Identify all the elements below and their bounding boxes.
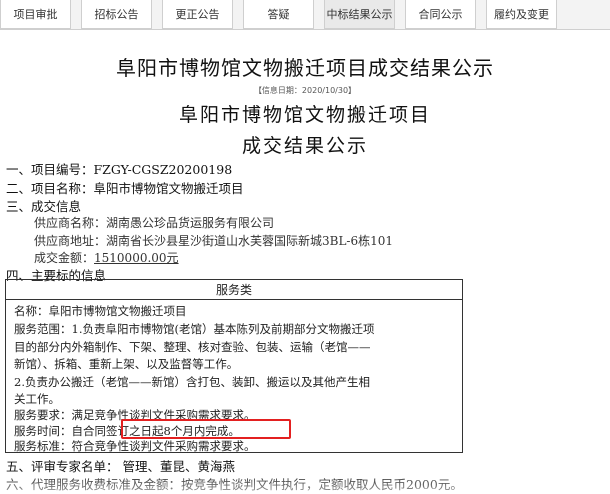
supplier-address: 供应商地址：湖南省长沙县星沙街道山水芙蓉国际新城3BL-6栋101 [34,234,394,248]
project-number: 一、项目编号：FZGY-CGSZ20200198 [6,162,233,177]
info-date: 【信息日期：2020/10/30】 [253,86,357,95]
project-name: 二、项目名称：阜阳市博物馆文物搬迁项目 [6,181,244,196]
service-line-office-1: 2.负责办公搬迁（老馆——新馆）含打包、装卸、搬运以及其他产生相 [14,375,370,389]
deal-amount-value: 1510000.00元 [94,251,179,265]
service-line-scope-2: 目的部分内外箱制作、下架、整理、核对查验、包装、运输（老馆—— [14,340,371,354]
tab-contract-notice[interactable]: 合同公示 [405,0,476,29]
tab-tender-notice[interactable]: 招标公告 [81,0,152,29]
deal-amount-label: 成交金额： [34,251,95,265]
service-line-standard: 服务标准：符合竞争性谈判文件采购需求要求。 [14,439,256,453]
service-table-header: 服务类 [6,280,462,300]
service-line-name: 名称：阜阳市博物馆文物搬迁项目 [14,304,187,318]
service-line-scope-1: 服务范围：1.负责阜阳市博物馆(老馆）基本陈列及前期部分文物搬迁项 [14,322,375,336]
doc-title-line1: 阜阳市博物馆文物搬迁项目 [178,104,431,126]
tab-project-approval[interactable]: 项目审批 [0,0,71,29]
supplier-name: 供应商名称：湖南愚公珍品货运服务有限公司 [34,216,275,230]
tab-performance-change[interactable]: 履约及变更 [486,0,557,29]
service-line-office-2: 关工作。 [14,392,60,406]
tab-correction-notice[interactable]: 更正公告 [162,0,233,29]
experts-list: 五、评审专家名单： 管理、董昆、黄海燕 [6,459,235,474]
agency-fee: 六、代理服务收费标准及金额：按竞争性谈判文件执行，定额收取人民币2000元。 [6,477,463,492]
highlight-box [121,419,291,439]
tab-award-result[interactable]: 中标结果公示 [324,0,395,29]
deal-info-heading: 三、成交信息 [6,199,82,214]
deal-amount: 成交金额：1510000.00元 [34,249,179,266]
tab-bar: 项目审批 招标公告 更正公告 答疑 中标结果公示 合同公示 履约及变更 [0,0,610,30]
service-line-scope-3: 新馆）、拆箱、重新上架、以及监督等工作。 [14,357,239,371]
doc-title-line2: 成交结果公示 [241,135,368,157]
page-title: 阜阳市博物馆文物搬迁项目成交结果公示 [116,56,494,80]
tab-qa[interactable]: 答疑 [243,0,314,29]
